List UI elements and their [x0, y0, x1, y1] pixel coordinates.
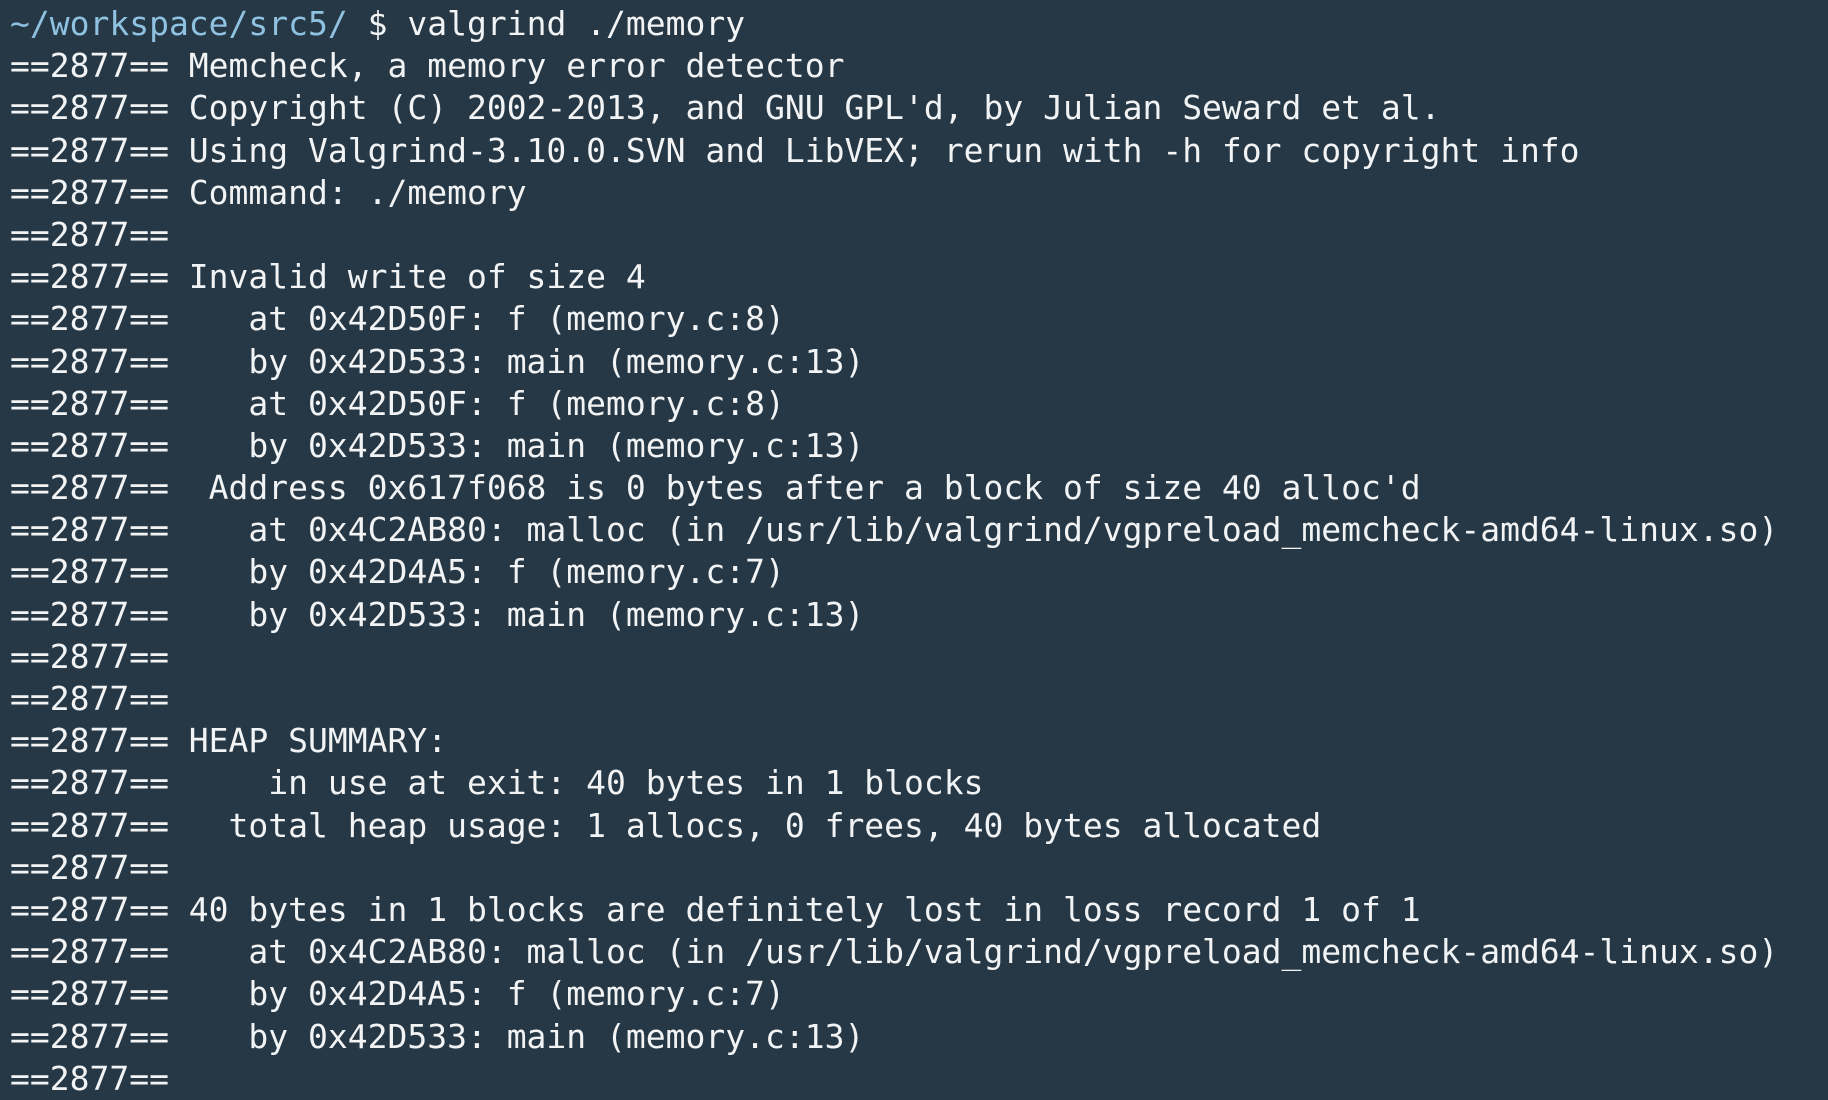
output-line: ==2877== Copyright (C) 2002-2013, and GN… — [10, 88, 1441, 128]
prompt-line: ~/workspace/src5/ $ valgrind ./memory — [10, 3, 1778, 45]
output-line: ==2877== at 0x42D50F: f (memory.c:8) — [10, 299, 785, 339]
output-line: ==2877== at 0x4C2AB80: malloc (in /usr/l… — [10, 510, 1779, 550]
output-line: ==2877== by 0x42D4A5: f (memory.c:7) — [10, 552, 785, 592]
prompt-path: ~/workspace/src5/ — [10, 4, 348, 43]
output-line: ==2877== by 0x42D533: main (memory.c:13) — [10, 425, 865, 465]
output-line: ==2877== by 0x42D4A5: f (memory.c:7) — [10, 974, 785, 1014]
prompt-command: $ valgrind ./memory — [347, 4, 746, 43]
output-line: ==2877== — [10, 679, 169, 718]
output-line: ==2877== — [10, 636, 169, 676]
output-line: ==2877== — [10, 847, 169, 887]
output-line: ==2877== Memcheck, a memory error detect… — [10, 46, 845, 86]
output-line: ==2877== Address 0x617f068 is 0 bytes af… — [10, 468, 1421, 508]
terminal-window[interactable]: ~/workspace/src5/ $ valgrind ./memory ==… — [0, 0, 1828, 1100]
output-line: ==2877== by 0x42D533: main (memory.c:13) — [10, 341, 865, 381]
output-line: ==2877== Using Valgrind-3.10.0.SVN and L… — [10, 130, 1580, 170]
output-line: ==2877== — [10, 1058, 169, 1098]
output-line: ==2877== HEAP SUMMARY: — [10, 721, 448, 761]
output-line: ==2877== by 0x42D533: main (memory.c:13) — [10, 1016, 865, 1056]
output-line: ==2877== Invalid write of size 4 — [10, 257, 646, 297]
output-line: ==2877== total heap usage: 1 allocs, 0 f… — [10, 805, 1322, 845]
output-line: ==2877== in use at exit: 40 bytes in 1 b… — [10, 763, 984, 803]
output-line: ==2877== Command: ./memory — [10, 172, 527, 212]
output-line: ==2877== — [10, 214, 169, 254]
terminal-output: ~/workspace/src5/ $ valgrind ./memory ==… — [10, 3, 1778, 1100]
output-line: ==2877== at 0x42D50F: f (memory.c:8) — [10, 383, 785, 423]
output-line: ==2877== 40 bytes in 1 blocks are defini… — [10, 889, 1421, 929]
output-line: ==2877== by 0x42D533: main (memory.c:13) — [10, 594, 865, 634]
output-line: ==2877== at 0x4C2AB80: malloc (in /usr/l… — [10, 932, 1779, 972]
